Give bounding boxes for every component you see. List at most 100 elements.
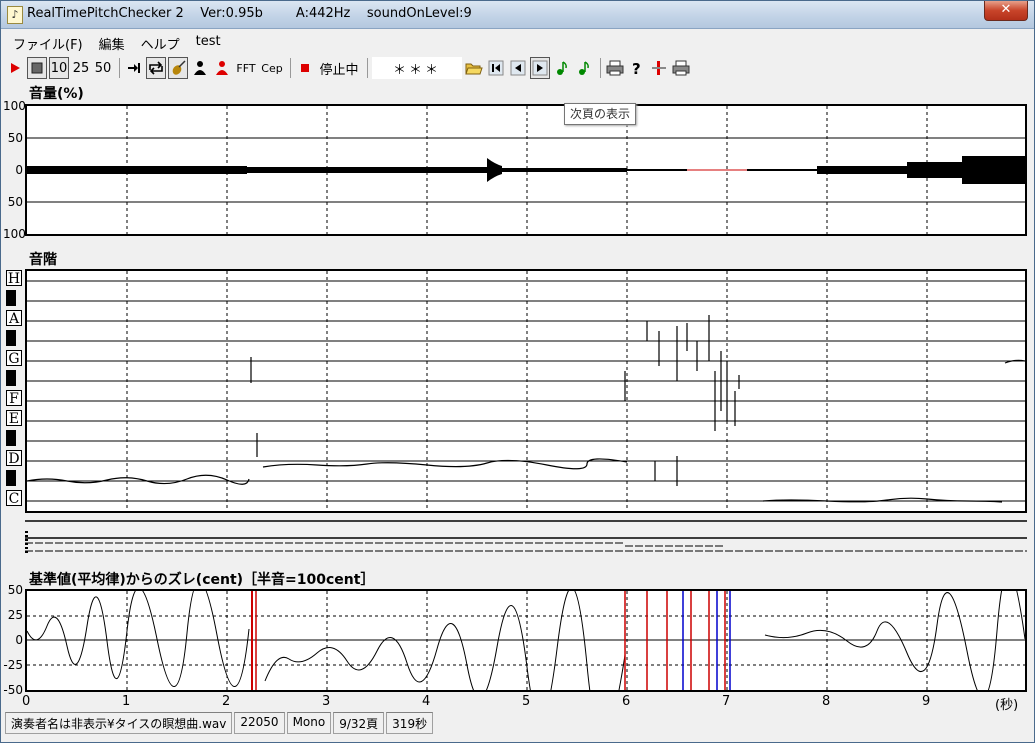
status-bar: 演奏者名は非表示¥タイスの瞑想曲.wav 22050 Mono 9/32頁 31… bbox=[5, 712, 435, 734]
note-button-2[interactable] bbox=[574, 57, 594, 79]
close-button[interactable]: ✕ bbox=[984, 1, 1028, 21]
volume-plot[interactable] bbox=[25, 104, 1027, 236]
volume-ytick: 100 bbox=[3, 99, 26, 113]
black-key bbox=[6, 370, 16, 386]
violin-button[interactable] bbox=[168, 57, 188, 79]
first-page-button[interactable] bbox=[486, 57, 506, 79]
pitch-plot[interactable] bbox=[25, 269, 1027, 513]
next-page-icon bbox=[532, 60, 548, 76]
x-tick: 9 bbox=[922, 694, 931, 709]
app-icon: ♪ bbox=[7, 6, 23, 24]
singer-button[interactable] bbox=[212, 57, 232, 79]
open-file-button[interactable] bbox=[464, 57, 484, 79]
stars-display: ＊＊＊ bbox=[372, 57, 462, 79]
note-segments bbox=[22, 515, 1027, 559]
person-icon bbox=[194, 61, 206, 75]
toolbar-separator bbox=[367, 58, 368, 78]
scale-title: 音階 bbox=[29, 252, 57, 268]
loop-icon bbox=[149, 61, 163, 75]
speed-50-button[interactable]: 50 bbox=[93, 57, 113, 79]
cent-ytick: -25 bbox=[3, 658, 23, 672]
note-keyboard: H A G F E D C bbox=[6, 270, 24, 510]
status-channels: Mono bbox=[286, 712, 332, 734]
x-tick: 3 bbox=[322, 694, 331, 709]
toolbar-separator bbox=[119, 58, 120, 78]
note-button-1[interactable] bbox=[552, 57, 572, 79]
music-note-icon bbox=[557, 61, 567, 75]
play-button[interactable] bbox=[5, 57, 25, 79]
printer-icon bbox=[606, 60, 624, 76]
print-button[interactable] bbox=[605, 57, 625, 79]
volume-ytick: 100 bbox=[3, 227, 26, 241]
stop-button[interactable] bbox=[27, 57, 47, 79]
cent-plot[interactable] bbox=[25, 571, 1027, 736]
x-tick: 5 bbox=[522, 694, 531, 709]
status-filename: 演奏者名は非表示¥タイスの瞑想曲.wav bbox=[5, 712, 233, 734]
cent-ytick: -50 bbox=[3, 683, 23, 697]
cent-title: 基準値(平均律)からのズレ(cent)［半音=100cent］ bbox=[29, 572, 375, 588]
status-duration: 319秒 bbox=[386, 712, 434, 734]
x-tick: 8 bbox=[822, 694, 831, 709]
volume-ytick: 0 bbox=[15, 163, 23, 177]
cepstrum-button[interactable]: Cep bbox=[260, 57, 284, 79]
singer-icon bbox=[216, 61, 228, 75]
note-label-c: C bbox=[6, 490, 22, 507]
note-label-g: G bbox=[6, 350, 22, 367]
title-bar[interactable]: ♪ RealTimePitchChecker 2 Ver:0.95b A:442… bbox=[1, 1, 1034, 29]
question-icon: ? bbox=[632, 60, 641, 76]
marker-button[interactable] bbox=[649, 57, 669, 79]
marker-icon bbox=[652, 61, 666, 75]
svg-text:?: ? bbox=[632, 60, 641, 76]
menu-test[interactable]: test bbox=[188, 32, 229, 52]
note-label-d: D bbox=[6, 450, 22, 467]
menu-file[interactable]: ファイル(F) bbox=[5, 32, 91, 53]
music-note-icon bbox=[579, 61, 589, 75]
cent-ytick: 0 bbox=[15, 633, 23, 647]
toolbar: 10 25 50 FFT Cep 停止中 ＊＊＊ ? bbox=[5, 55, 1030, 81]
black-key bbox=[6, 470, 16, 486]
note-label-a: A bbox=[6, 310, 22, 327]
violin-icon bbox=[172, 60, 186, 75]
prev-page-button[interactable] bbox=[508, 57, 528, 79]
note-label-f: F bbox=[6, 390, 22, 407]
menu-bar: ファイル(F) 編集 ヘルプ test bbox=[5, 32, 229, 53]
tooltip: 次頁の表示 bbox=[564, 103, 637, 125]
next-page-button[interactable] bbox=[530, 57, 550, 79]
speed-25-button[interactable]: 25 bbox=[71, 57, 91, 79]
help-button[interactable]: ? bbox=[627, 57, 647, 79]
record-stop-icon bbox=[301, 64, 309, 72]
volume-waveform bbox=[27, 106, 1025, 234]
fft-button[interactable]: FFT bbox=[234, 57, 258, 79]
record-button[interactable] bbox=[295, 57, 315, 79]
volume-ytick: 50 bbox=[7, 131, 23, 145]
first-page-icon bbox=[488, 60, 504, 76]
speed-10-button[interactable]: 10 bbox=[49, 57, 69, 79]
note-label-e: E bbox=[6, 410, 22, 427]
player-button[interactable] bbox=[190, 57, 210, 79]
toolbar-separator bbox=[600, 58, 601, 78]
stop-icon bbox=[31, 62, 43, 74]
menu-edit[interactable]: 編集 bbox=[91, 32, 133, 53]
x-axis-unit: (秒) bbox=[995, 698, 1019, 713]
cent-ytick: 25 bbox=[7, 608, 23, 622]
menu-help[interactable]: ヘルプ bbox=[133, 32, 188, 53]
volume-ytick: 50 bbox=[7, 195, 23, 209]
window-title: RealTimePitchChecker 2 Ver:0.95b A:442Hz… bbox=[27, 6, 472, 21]
jump-to-end-button[interactable] bbox=[124, 57, 144, 79]
cent-ytick: 50 bbox=[7, 583, 23, 597]
volume-title: 音量(%) bbox=[29, 86, 84, 102]
x-tick: 2 bbox=[222, 694, 231, 709]
play-icon bbox=[11, 63, 20, 73]
app-window: ♪ RealTimePitchChecker 2 Ver:0.95b A:442… bbox=[0, 0, 1035, 743]
status-samplerate: 22050 bbox=[234, 712, 285, 734]
black-key bbox=[6, 290, 16, 306]
printer-icon bbox=[672, 60, 690, 76]
black-key bbox=[6, 330, 16, 346]
loop-button[interactable] bbox=[146, 57, 166, 79]
toolbar-separator bbox=[290, 58, 291, 78]
note-segment-chart bbox=[22, 520, 1027, 555]
print-setup-button[interactable] bbox=[671, 57, 691, 79]
status-text: 停止中 bbox=[319, 62, 359, 78]
prev-page-icon bbox=[510, 60, 526, 76]
x-tick: 6 bbox=[622, 694, 631, 709]
